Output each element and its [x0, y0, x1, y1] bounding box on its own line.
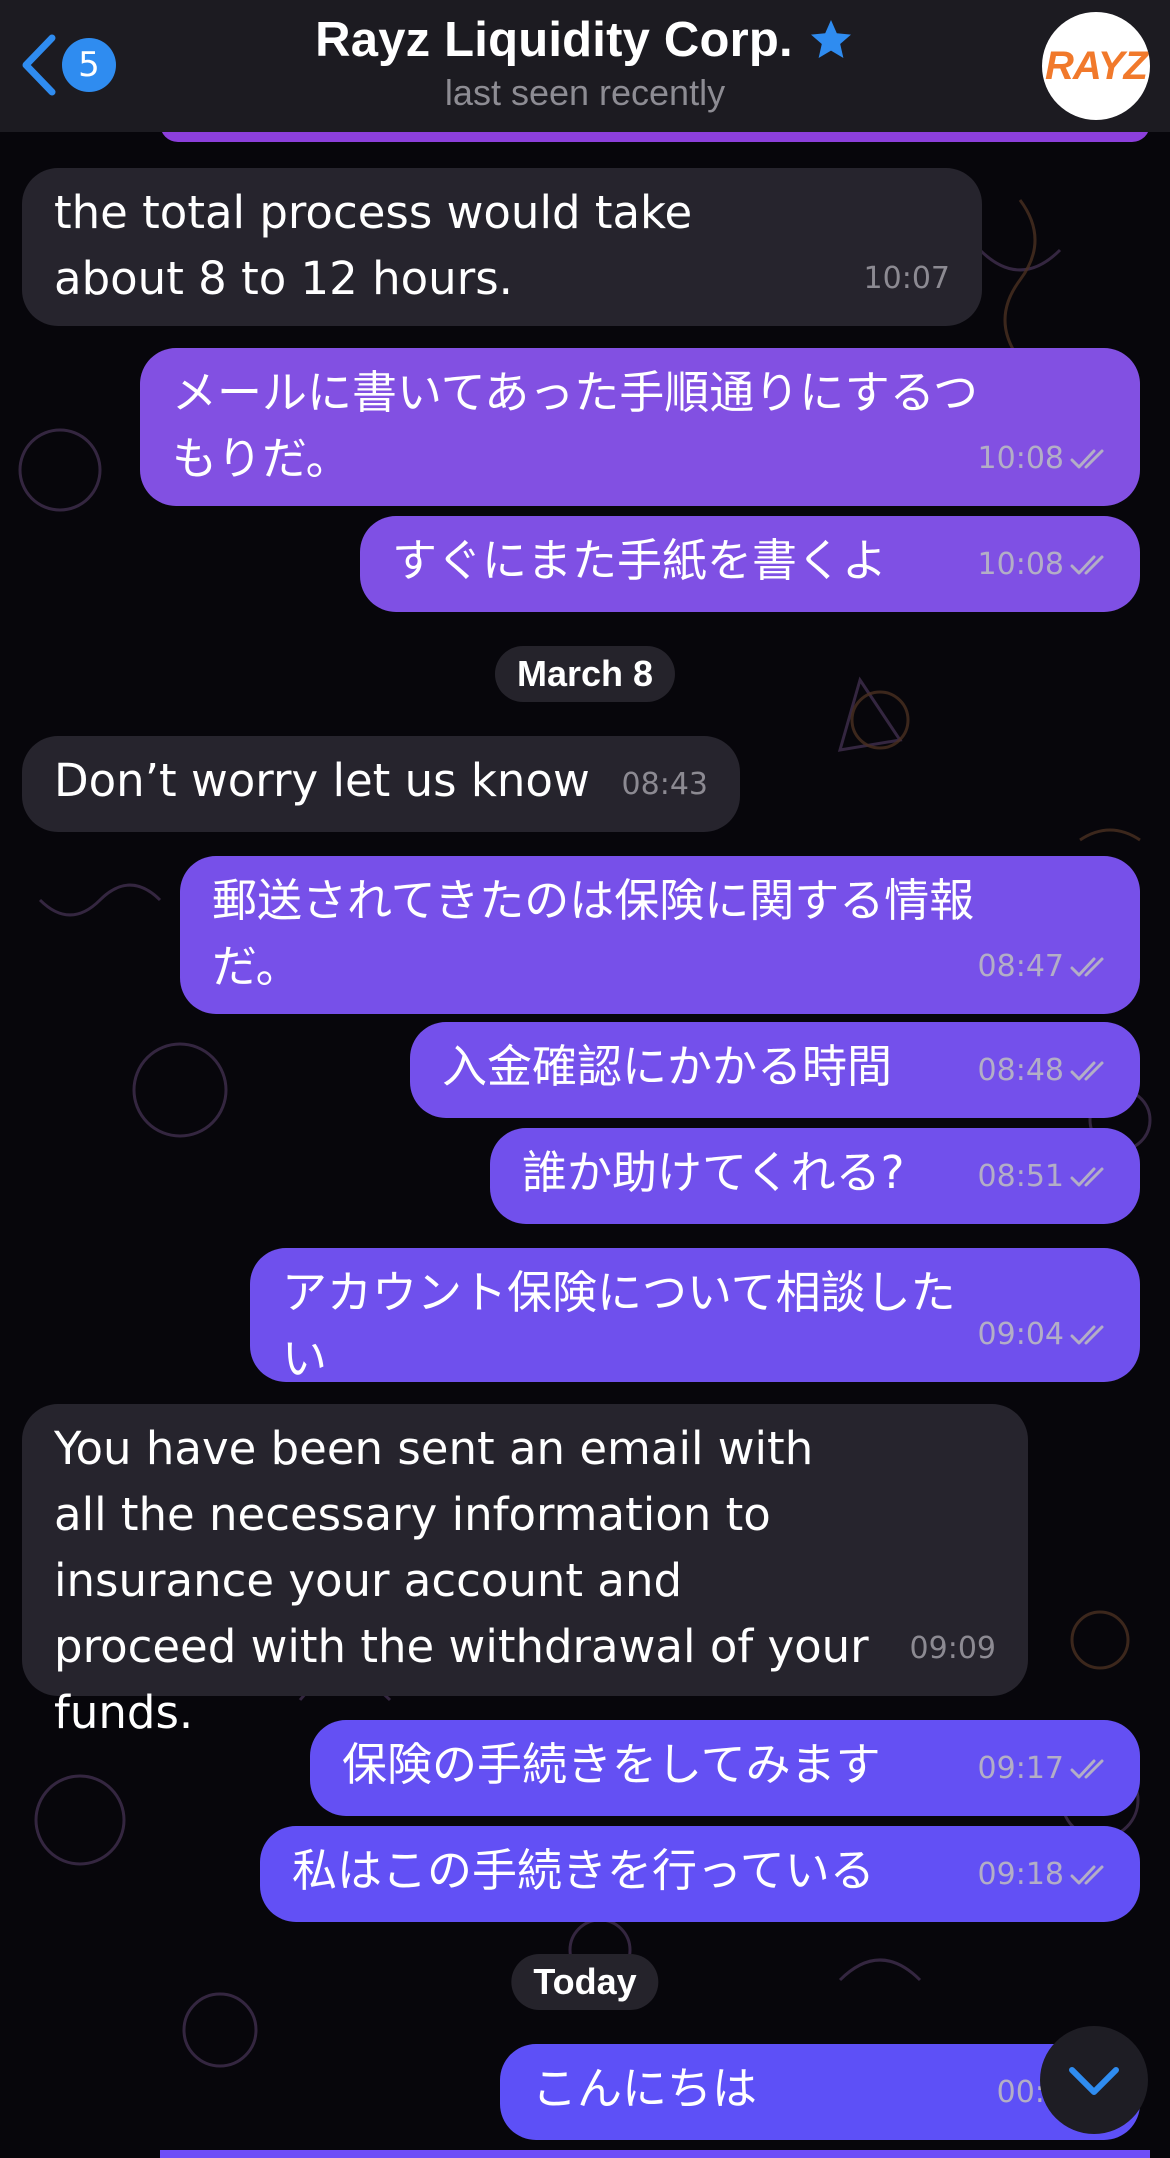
outgoing-message[interactable]: 誰か助けてくれる? 08:51	[490, 1128, 1140, 1224]
star-icon	[810, 20, 851, 58]
double-check-icon	[1070, 555, 1104, 575]
outgoing-message[interactable]: 保険の手続きをしてみます 09:17	[310, 1720, 1140, 1816]
double-check-icon	[1070, 1759, 1104, 1779]
chevron-down-icon	[1069, 2067, 1119, 2095]
scroll-to-bottom-button[interactable]	[1040, 2026, 1148, 2134]
incoming-message[interactable]: You have been sent an email with all the…	[22, 1404, 1028, 1739]
message-time: 08:51	[977, 1159, 1064, 1194]
message-time: 08:48	[977, 1053, 1064, 1088]
double-check-icon	[1070, 1325, 1104, 1345]
message-text: the total process would take about 8 to …	[54, 186, 693, 305]
message-time: 09:17	[977, 1751, 1064, 1786]
last-seen-status: last seen recently	[444, 72, 726, 113]
double-check-icon	[1070, 449, 1104, 469]
outgoing-message[interactable]: 私はこの手続きを行っている 09:18	[260, 1826, 1140, 1922]
message-text: Don’t worry let us know	[54, 754, 590, 807]
message-meta: 09:09	[910, 1616, 996, 1682]
message-text: 誰か助けてくれる?	[522, 1146, 905, 1199]
outgoing-message[interactable]: 郵送されてきたのは保険に関する情報だ。 08:47	[180, 856, 1140, 1014]
incoming-message[interactable]: Don’t worry let us know 08:43	[22, 736, 740, 832]
double-check-icon	[1070, 1167, 1104, 1187]
message-text: メールに書いてあった手順通りにするつもりだ。	[172, 366, 978, 485]
message-time: 10:08	[977, 441, 1064, 476]
message-meta: 09:04	[978, 1302, 1112, 1368]
message-text: アカウント保険について相談したい	[282, 1266, 956, 1385]
message-time: 09:18	[977, 1857, 1064, 1892]
message-time: 08:43	[621, 767, 708, 802]
chat-title-block[interactable]: Rayz Liquidity Corp. last seen recently	[0, 12, 1170, 114]
message-time: 10:07	[863, 261, 950, 296]
outgoing-message[interactable]: メールに書いてあった手順通りにするつもりだ。 10:08	[140, 348, 1140, 506]
message-text: すぐにまた手紙を書くよ	[392, 534, 888, 587]
message-meta: 10:07	[864, 246, 950, 312]
message-meta: 09:17	[978, 1736, 1112, 1802]
outgoing-message[interactable]: 入金確認にかかる時間 08:48	[410, 1022, 1140, 1118]
avatar[interactable]: RAYZ	[1042, 12, 1150, 120]
message-meta: 09:18	[978, 1842, 1112, 1908]
double-check-icon	[1070, 1865, 1104, 1885]
message-meta: 10:08	[978, 426, 1112, 492]
double-check-icon	[1070, 1061, 1104, 1081]
date-separator: Today	[511, 1954, 659, 2010]
message-time: 09:09	[909, 1631, 996, 1666]
message-time: 10:08	[977, 547, 1064, 582]
outgoing-message[interactable]: アカウント保険について相談したい 09:04	[250, 1248, 1140, 1385]
message-text: You have been sent an email with all the…	[54, 1422, 869, 1739]
message-text: 郵送されてきたのは保険に関する情報だ。	[212, 874, 975, 993]
message-meta: 10:08	[978, 532, 1112, 598]
date-separator: March 8	[494, 646, 676, 702]
message-text: 私はこの手続きを行っている	[292, 1844, 875, 1897]
incoming-message[interactable]: the total process would take about 8 to …	[22, 168, 982, 326]
message-text: 保険の手続きをしてみます	[342, 1738, 881, 1791]
chat-header: 5 Rayz Liquidity Corp. last seen recentl…	[0, 0, 1170, 132]
message-meta: 08:47	[978, 934, 1112, 1000]
message-meta: 08:51	[978, 1144, 1112, 1210]
message-text: 入金確認にかかる時間	[442, 1040, 893, 1093]
message-text: こんにちは	[532, 2062, 758, 2115]
outgoing-message[interactable]: すぐにまた手紙を書くよ 10:08	[360, 516, 1140, 612]
message-meta: 08:48	[978, 1038, 1112, 1104]
chat-title: Rayz Liquidity Corp.	[315, 13, 793, 67]
double-check-icon	[1070, 957, 1104, 977]
avatar-logo-text: RAYZ	[1045, 43, 1148, 88]
next-message-edge	[160, 2150, 1150, 2158]
message-meta: 08:43	[622, 752, 708, 818]
message-time: 09:04	[977, 1317, 1064, 1352]
message-time: 08:47	[977, 949, 1064, 984]
